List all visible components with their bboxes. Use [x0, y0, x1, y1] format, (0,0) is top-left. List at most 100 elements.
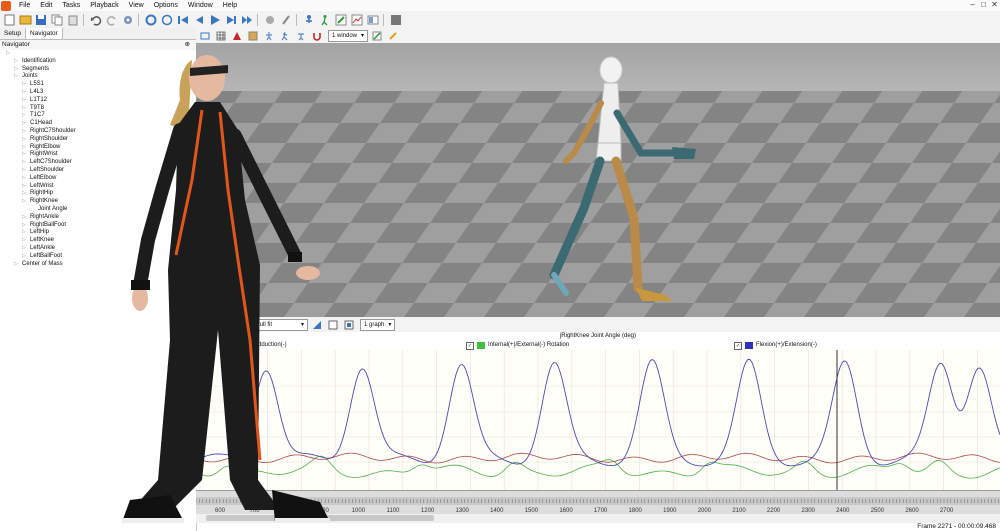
view-options-icon[interactable]	[370, 29, 384, 43]
expand-arrow-icon[interactable]: ▷	[22, 175, 30, 183]
expand-arrow-icon[interactable]: ▷	[22, 97, 30, 105]
tree-item-label: RightWrist	[30, 151, 58, 158]
main-toolbar	[0, 11, 1000, 29]
menu-options[interactable]: Options	[149, 0, 183, 11]
legend-flexion-checkbox[interactable]: ✓	[734, 341, 742, 350]
menu-view[interactable]: View	[124, 0, 149, 11]
undo-icon[interactable]	[89, 13, 103, 27]
tree-item-label: LeftAnkle	[30, 244, 56, 251]
tree-item-label: Identification	[22, 57, 56, 64]
minimize-button[interactable]: –	[967, 0, 978, 10]
copy-icon[interactable]	[50, 13, 64, 27]
chevron-down-icon: ▾	[388, 321, 392, 328]
menu-help[interactable]: Help	[218, 0, 242, 11]
expand-arrow-icon[interactable]: ▷	[6, 50, 14, 58]
expand-arrow-icon[interactable]: ▷	[22, 198, 30, 206]
tree-item-label: RightBallFoot	[30, 221, 67, 228]
menu-tasks[interactable]: Tasks	[57, 0, 85, 11]
step-forward-icon[interactable]	[224, 13, 238, 27]
edit-icon[interactable]	[334, 13, 348, 27]
redo-icon[interactable]	[105, 13, 119, 27]
walk-icon[interactable]	[318, 13, 332, 27]
tree-item-label: RightKnee	[30, 198, 59, 205]
expand-arrow-icon[interactable]: ▷	[22, 144, 30, 152]
menu-file[interactable]: File	[14, 0, 35, 11]
expand-arrow-icon[interactable]: ▷	[22, 245, 30, 253]
expand-arrow-icon[interactable]: ▷	[22, 183, 30, 191]
legend-flexion[interactable]: ✓ Flexion(+)/Extension(-)	[734, 341, 817, 350]
legend-rotation[interactable]: ✓ Internal(+)/External(-) Rotation	[466, 341, 569, 350]
expand-arrow-icon[interactable]: ▷	[22, 190, 30, 198]
expand-arrow-icon[interactable]: ▷	[22, 89, 30, 97]
graph-add-icon[interactable]	[342, 318, 356, 332]
expand-arrow-icon[interactable]: ▷	[22, 128, 30, 136]
new-file-icon[interactable]	[2, 13, 16, 27]
skip-forward-icon[interactable]	[240, 13, 254, 27]
tree-item-label: LeftHip	[30, 229, 50, 236]
reprocess-icon[interactable]	[144, 13, 158, 27]
annotate-icon[interactable]	[386, 29, 400, 43]
expand-arrow-icon[interactable]: ▷	[22, 136, 30, 144]
toolbar-divider	[83, 13, 84, 26]
menu-window[interactable]: Window	[183, 0, 218, 11]
maximize-button[interactable]: □	[978, 0, 989, 10]
tree-item-label: RightAnkle	[30, 213, 60, 220]
expand-arrow-icon[interactable]: ▷	[22, 120, 30, 128]
tree-item-label: C1Head	[30, 120, 53, 127]
refresh-icon[interactable]	[160, 13, 174, 27]
expand-arrow-icon[interactable]: ▷	[22, 237, 30, 245]
expand-arrow-icon[interactable]: ▷	[14, 58, 22, 66]
expand-arrow-icon[interactable]: ▷	[22, 229, 30, 237]
toolbar-divider	[383, 13, 384, 26]
tree-item-label: LeftShoulder	[30, 166, 65, 173]
expand-arrow-icon[interactable]: ▷	[22, 81, 30, 89]
legend-rotation-checkbox[interactable]: ✓	[466, 341, 474, 350]
legend-rotation-label: Internal(+)/External(-) Rotation	[488, 342, 570, 348]
expand-arrow-icon[interactable]: ▷	[14, 73, 22, 81]
tab-navigator[interactable]: Navigator	[26, 28, 63, 39]
tree-item-label: Joints	[22, 73, 38, 80]
graph-icon[interactable]	[350, 13, 364, 27]
play-icon[interactable]	[208, 13, 222, 27]
expand-arrow-icon[interactable]: ▷	[22, 222, 30, 230]
record-icon[interactable]	[263, 13, 277, 27]
expand-arrow-icon[interactable]: ▷	[22, 214, 30, 222]
menu-playback[interactable]: Playback	[85, 0, 123, 11]
tree-item-label: RightC7Shoulder	[30, 127, 76, 134]
tree-item-label: LeftWrist	[30, 182, 54, 189]
tree-item-label: LeftBallFoot	[30, 252, 63, 259]
graph-count-select[interactable]: 1 graph ▾	[360, 318, 396, 331]
layout-icon[interactable]	[366, 13, 380, 27]
tree-item-label: RightElbow	[30, 143, 61, 150]
export-icon[interactable]	[389, 13, 403, 27]
expand-arrow-icon[interactable]: ▷	[22, 151, 30, 159]
tree-item-label: RightHip	[30, 190, 54, 197]
tab-setup[interactable]: Setup	[0, 28, 26, 39]
expand-arrow-icon[interactable]: ▷	[22, 159, 30, 167]
step-back-icon[interactable]	[192, 13, 206, 27]
expand-arrow-icon[interactable]: ▷	[22, 253, 30, 261]
tree-item-label: Joint Angle	[38, 205, 68, 212]
toolbar-divider	[296, 13, 297, 26]
avatar-view-icon[interactable]	[302, 13, 316, 27]
tree-item-label: T1C7	[30, 112, 45, 119]
expand-arrow-icon[interactable]: ▷	[22, 105, 30, 113]
expand-arrow-icon[interactable]: ▷	[14, 66, 22, 74]
legend-flexion-swatch	[745, 342, 753, 349]
graph-count-value: 1 graph	[364, 321, 385, 328]
skip-back-icon[interactable]	[176, 13, 190, 27]
save-icon[interactable]	[34, 13, 48, 27]
expand-arrow-icon[interactable]: ▷	[14, 261, 22, 269]
close-button[interactable]: ✕	[989, 0, 1000, 10]
paste-icon[interactable]	[66, 13, 80, 27]
expand-arrow-icon[interactable]: ▷	[22, 112, 30, 120]
marker-icon[interactable]	[279, 13, 293, 27]
menu-edit[interactable]: Edit	[35, 0, 57, 11]
window-select-value: 1 window	[332, 32, 358, 39]
tree-item-label: RightShoulder	[30, 135, 69, 142]
expand-arrow-icon[interactable]: ▷	[22, 167, 30, 175]
open-folder-icon[interactable]	[18, 13, 32, 27]
settings-icon[interactable]	[121, 13, 135, 27]
navigator-title: Navigator	[2, 41, 30, 48]
tree-item-label: T9T8	[30, 104, 45, 111]
